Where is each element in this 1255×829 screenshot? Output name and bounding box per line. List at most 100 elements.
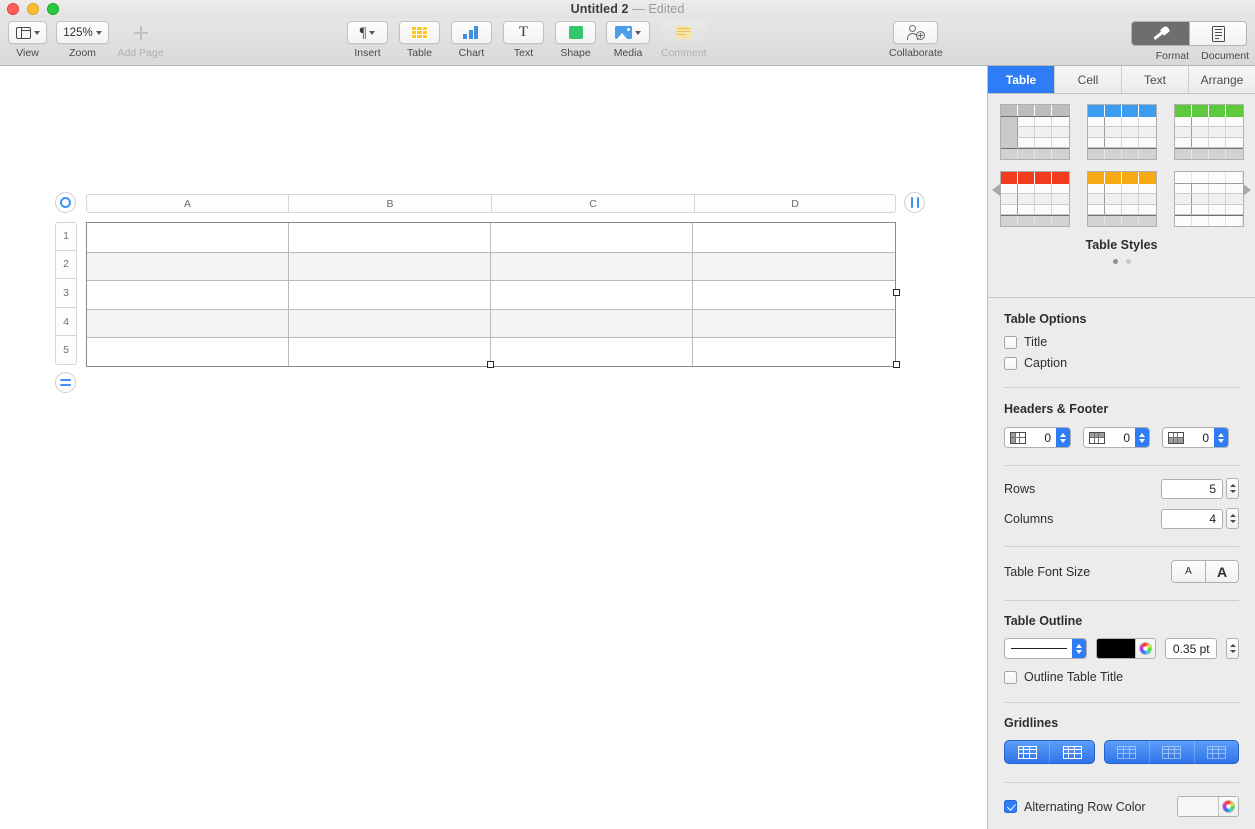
table-cell[interactable] xyxy=(491,223,693,252)
header-columns-stepper[interactable]: 0 xyxy=(1004,427,1071,448)
table-cell[interactable] xyxy=(289,310,491,338)
header-rows-stepper[interactable]: 0 xyxy=(1083,427,1150,448)
row-header-2[interactable]: 2 xyxy=(55,251,77,280)
column-header-d[interactable]: D xyxy=(695,194,896,213)
title-checkbox[interactable] xyxy=(1004,336,1017,349)
insert-button[interactable]: ¶ xyxy=(347,21,388,44)
column-header-a[interactable]: A xyxy=(86,194,289,213)
columns-input[interactable]: 4 xyxy=(1161,509,1223,529)
alternating-row-color-checkbox[interactable] xyxy=(1004,800,1017,813)
document-panel-button[interactable] xyxy=(1189,22,1246,45)
table-cell[interactable] xyxy=(289,338,491,366)
footer-rows-stepper[interactable]: 0 xyxy=(1162,427,1229,448)
columns-control[interactable]: 4 xyxy=(1161,508,1239,529)
table-cell[interactable] xyxy=(289,253,491,281)
header-columns-field[interactable]: 0 xyxy=(1005,428,1056,447)
alternating-row-color-toggle[interactable]: Alternating Row Color xyxy=(1004,800,1146,814)
row-header-4[interactable]: 4 xyxy=(55,308,77,337)
row-header-3[interactable]: 3 xyxy=(55,279,77,308)
table-cell[interactable] xyxy=(87,223,289,252)
table-row[interactable] xyxy=(87,252,895,281)
decrease-font-size-button[interactable]: A xyxy=(1172,561,1205,582)
tab-arrange[interactable]: Arrange xyxy=(1189,66,1255,93)
columns-stepper[interactable] xyxy=(1226,508,1239,529)
table-cell[interactable] xyxy=(87,253,289,281)
column-count-handle[interactable] xyxy=(904,192,925,213)
toolbar-insert[interactable]: ¶ Insert xyxy=(347,21,388,59)
toolbar-table[interactable]: Table xyxy=(399,21,440,59)
tab-table[interactable]: Table xyxy=(988,66,1055,93)
gallery-next-arrow-icon[interactable] xyxy=(1243,184,1251,196)
table-button[interactable] xyxy=(399,21,440,44)
toolbar-media[interactable]: Media xyxy=(606,21,650,59)
header-rows-field[interactable]: 0 xyxy=(1084,428,1135,447)
column-header-c[interactable]: C xyxy=(492,194,695,213)
row-header-5[interactable]: 5 xyxy=(55,336,77,365)
table-style-gray[interactable] xyxy=(1000,104,1070,160)
gallery-prev-arrow-icon[interactable] xyxy=(992,184,1000,196)
table-cell[interactable] xyxy=(87,338,289,366)
table-select-handle[interactable] xyxy=(55,192,76,213)
rows-input[interactable]: 5 xyxy=(1161,479,1223,499)
outline-width-stepper[interactable] xyxy=(1226,638,1239,659)
table-cell[interactable] xyxy=(87,281,289,309)
table-style-red[interactable] xyxy=(1000,171,1070,227)
row-header-1[interactable]: 1 xyxy=(55,222,77,251)
outline-width-input[interactable]: 0.35 pt xyxy=(1165,638,1217,659)
close-button[interactable] xyxy=(7,3,19,15)
table-cell[interactable] xyxy=(693,310,895,338)
toolbar-chart[interactable]: Chart xyxy=(451,21,492,59)
tab-text[interactable]: Text xyxy=(1122,66,1189,93)
header-horizontal-gridlines-button[interactable] xyxy=(1105,741,1149,763)
document-canvas[interactable]: A B C D 1 2 3 4 5 xyxy=(0,66,987,829)
rows-stepper[interactable] xyxy=(1226,478,1239,499)
increase-font-size-button[interactable]: A xyxy=(1205,561,1238,582)
table-cell[interactable] xyxy=(693,223,895,252)
alternating-row-color-control[interactable] xyxy=(1177,796,1239,817)
title-checkbox-row[interactable]: Title xyxy=(1004,335,1239,349)
table-cell[interactable] xyxy=(693,338,895,366)
resize-handle-right[interactable] xyxy=(893,289,900,296)
toolbar-text[interactable]: T Text xyxy=(503,21,544,59)
toolbar-shape[interactable]: Shape xyxy=(555,21,596,59)
outline-color-swatch[interactable] xyxy=(1097,639,1135,658)
resize-handle-corner[interactable] xyxy=(893,361,900,368)
table-cell[interactable] xyxy=(87,310,289,338)
table-cell[interactable] xyxy=(491,281,693,309)
outline-color-wheel-button[interactable] xyxy=(1135,639,1155,658)
table-style-blue[interactable] xyxy=(1087,104,1157,160)
table-row[interactable] xyxy=(87,223,895,252)
alternating-row-color-swatch[interactable] xyxy=(1178,797,1218,816)
shape-button[interactable] xyxy=(555,21,596,44)
toolbar-collaborate[interactable]: Collaborate xyxy=(889,21,943,59)
outline-color-control[interactable] xyxy=(1096,638,1156,659)
table-cell[interactable] xyxy=(491,253,693,281)
view-button[interactable] xyxy=(8,21,47,44)
vertical-gridlines-button[interactable] xyxy=(1049,741,1093,763)
zoom-button-control[interactable]: 125% xyxy=(56,21,109,44)
table-cell[interactable] xyxy=(289,281,491,309)
page-dot-1[interactable] xyxy=(1113,259,1118,264)
table-grid[interactable] xyxy=(86,222,896,367)
table-style-plain[interactable] xyxy=(1174,171,1244,227)
line-style-stepper-arrows[interactable] xyxy=(1072,639,1086,658)
tab-cell[interactable]: Cell xyxy=(1055,66,1122,93)
caption-checkbox-row[interactable]: Caption xyxy=(1004,356,1239,370)
caption-checkbox[interactable] xyxy=(1004,357,1017,370)
minimize-button[interactable] xyxy=(27,3,39,15)
chart-button[interactable] xyxy=(451,21,492,44)
table-style-orange[interactable] xyxy=(1087,171,1157,227)
column-header-b[interactable]: B xyxy=(289,194,492,213)
toolbar-view[interactable]: View xyxy=(8,21,47,59)
table-style-green[interactable] xyxy=(1174,104,1244,160)
horizontal-gridlines-button[interactable] xyxy=(1005,741,1049,763)
table-cell[interactable] xyxy=(491,310,693,338)
outline-table-title-checkbox[interactable] xyxy=(1004,671,1017,684)
footer-rows-field[interactable]: 0 xyxy=(1163,428,1214,447)
toolbar-zoom[interactable]: 125% Zoom xyxy=(56,21,109,59)
row-count-handle[interactable] xyxy=(55,372,76,393)
zoom-button[interactable] xyxy=(47,3,59,15)
header-rows-stepper-arrows[interactable] xyxy=(1135,428,1149,447)
resize-handle-bottom[interactable] xyxy=(487,361,494,368)
table-cell[interactable] xyxy=(491,338,693,366)
